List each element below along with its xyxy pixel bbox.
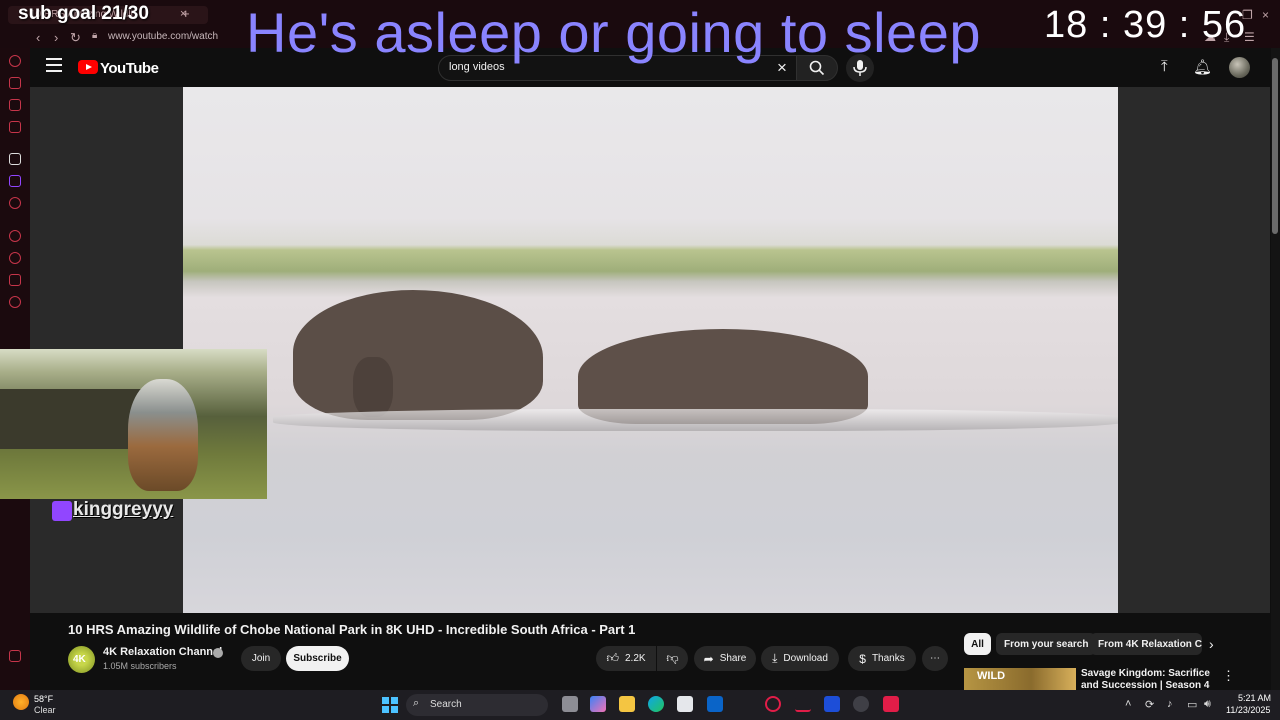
tray-volume-icon[interactable]: 🔊︎ (1204, 698, 1211, 711)
weather-condition[interactable]: Clear (34, 705, 56, 715)
weather-temperature[interactable]: 58°F (34, 694, 53, 704)
youtube-logo-icon[interactable] (78, 60, 98, 74)
thumbs-down-icon: 👎︎ (666, 651, 679, 665)
tray-chevron-icon[interactable]: ˄ (1125, 698, 1131, 710)
virtualbox-icon[interactable] (824, 696, 840, 712)
close-window-icon[interactable]: × (1262, 8, 1269, 22)
water-splash (273, 409, 1118, 431)
twitch-handle: kinggreyyy (73, 499, 174, 520)
outlook-icon[interactable] (707, 696, 723, 712)
pinboard-icon[interactable] (9, 274, 21, 286)
more-vertical-icon[interactable]: ⋮ (1222, 668, 1235, 684)
url-text[interactable]: www.youtube.com/watch (108, 31, 218, 42)
player-icon[interactable] (9, 121, 21, 133)
chip-all-label: All (971, 638, 984, 650)
video-player[interactable] (183, 87, 1118, 613)
youtube-wordmark[interactable]: YouTube (100, 60, 159, 77)
subscribe-button-label: Subscribe (293, 653, 342, 664)
thumbs-up-icon: 👍︎ (606, 651, 619, 665)
gx-icon[interactable] (9, 650, 21, 662)
twitch-sidebar-icon[interactable] (9, 175, 21, 187)
copilot-icon[interactable] (590, 696, 606, 712)
chip-from-your-search[interactable]: From your search (996, 633, 1097, 655)
recommendation-title[interactable]: Savage Kingdom: Sacrifice and Succession… (1081, 668, 1215, 690)
history-icon[interactable] (9, 230, 21, 242)
more-actions-button[interactable]: ⋯ (922, 646, 948, 671)
system-time[interactable]: 5:21 AM (1238, 693, 1271, 703)
dislike-button[interactable]: 👎︎ (657, 646, 688, 671)
windows-taskbar (0, 690, 1280, 720)
clock-icon[interactable] (9, 252, 21, 264)
system-date[interactable]: 11/23/2025 (1226, 705, 1270, 715)
download-arrow-icon: ⤓ (772, 651, 778, 665)
thanks-button[interactable]: $ Thanks (848, 646, 916, 671)
task-view-icon[interactable] (562, 696, 578, 712)
store-icon[interactable] (677, 696, 693, 712)
back-icon[interactable]: ‹ (36, 30, 40, 45)
thanks-label: Thanks (871, 653, 905, 664)
share-icon: ➦ (703, 651, 714, 666)
shopping-icon[interactable] (9, 77, 21, 89)
download-button[interactable]: ⤓ Download (761, 646, 839, 671)
settings-icon[interactable] (9, 296, 21, 308)
tiktok-icon[interactable] (883, 696, 899, 712)
twitch-icon (52, 501, 72, 521)
search-icon: ⌕ (413, 697, 420, 709)
join-button[interactable]: Join (241, 646, 281, 671)
status-caption: He's asleep or going to sleep (246, 1, 981, 64)
chip-from-your-search-label: From your search (1004, 638, 1089, 650)
forward-icon[interactable]: › (54, 30, 58, 45)
windows-start-icon[interactable] (382, 697, 398, 713)
new-tab-icon[interactable]: + (182, 6, 190, 21)
reload-icon[interactable]: ↻ (70, 30, 81, 46)
chevron-right-icon[interactable]: › (1209, 636, 1214, 652)
lock-icon: 🔒︎ (92, 30, 98, 41)
more-horizontal-icon: ⋯ (930, 653, 940, 664)
join-button-label: Join (251, 653, 271, 664)
elephant-trunk (353, 357, 393, 417)
messenger-icon[interactable] (9, 99, 21, 111)
share-label: Share (719, 653, 747, 664)
subscribe-button[interactable]: Subscribe (286, 646, 349, 671)
obs-icon[interactable] (853, 696, 869, 712)
tray-display-icon[interactable]: ▭ (1187, 698, 1197, 711)
opera-menu-icon[interactable] (9, 55, 21, 67)
edge-icon[interactable] (648, 696, 664, 712)
tray-sync-icon[interactable]: ⟳ (1145, 698, 1154, 711)
chip-from-channel[interactable]: From 4K Relaxation Channel (1090, 633, 1202, 655)
taskbar-search-label: Search (430, 699, 462, 710)
app-sidebar-icon[interactable] (9, 197, 21, 209)
chip-all[interactable]: All (964, 633, 991, 655)
share-button[interactable]: ➦ Share (694, 646, 756, 671)
scrollbar-thumb[interactable] (1272, 58, 1278, 234)
channel-avatar-text: 4K (73, 654, 86, 665)
recommendation-thumbnail-label: WILD (977, 670, 1006, 682)
video-title: 10 HRS Amazing Wildlife of Chobe Nationa… (68, 622, 636, 637)
weather-moon-icon[interactable] (13, 694, 29, 710)
aria-icon[interactable] (9, 153, 21, 165)
verified-icon (213, 648, 223, 658)
account-avatar[interactable] (1229, 57, 1250, 78)
opera-gx-icon[interactable] (765, 696, 781, 712)
thanks-icon: $ (859, 651, 866, 666)
create-icon[interactable]: ⤒ (1161, 58, 1168, 75)
chip-from-channel-label: From 4K Relaxation Channel (1098, 638, 1202, 650)
notifications-bell-icon[interactable]: 🔔︎ (1193, 58, 1212, 76)
webcam-creature (128, 379, 198, 491)
tf-app-icon[interactable] (795, 696, 811, 712)
like-count: 2.2K (624, 653, 646, 664)
download-label: Download (783, 653, 828, 664)
tray-mic-icon[interactable]: ♪ (1167, 698, 1173, 710)
taskbar-search-input[interactable] (406, 694, 548, 716)
like-button[interactable]: 👍︎ 2.2K (596, 646, 656, 671)
stream-clock: 18 : 39 : 56 (1044, 4, 1247, 46)
sub-goal-counter: sub goal 21/30 (18, 3, 149, 24)
webcam-overlay (0, 349, 267, 499)
file-explorer-icon[interactable] (619, 696, 635, 712)
hamburger-menu-icon[interactable] (46, 58, 62, 72)
elephant-head (293, 290, 543, 420)
subscriber-count: 1.05M subscribers (103, 661, 177, 671)
channel-name[interactable]: 4K Relaxation Channel (103, 646, 222, 658)
